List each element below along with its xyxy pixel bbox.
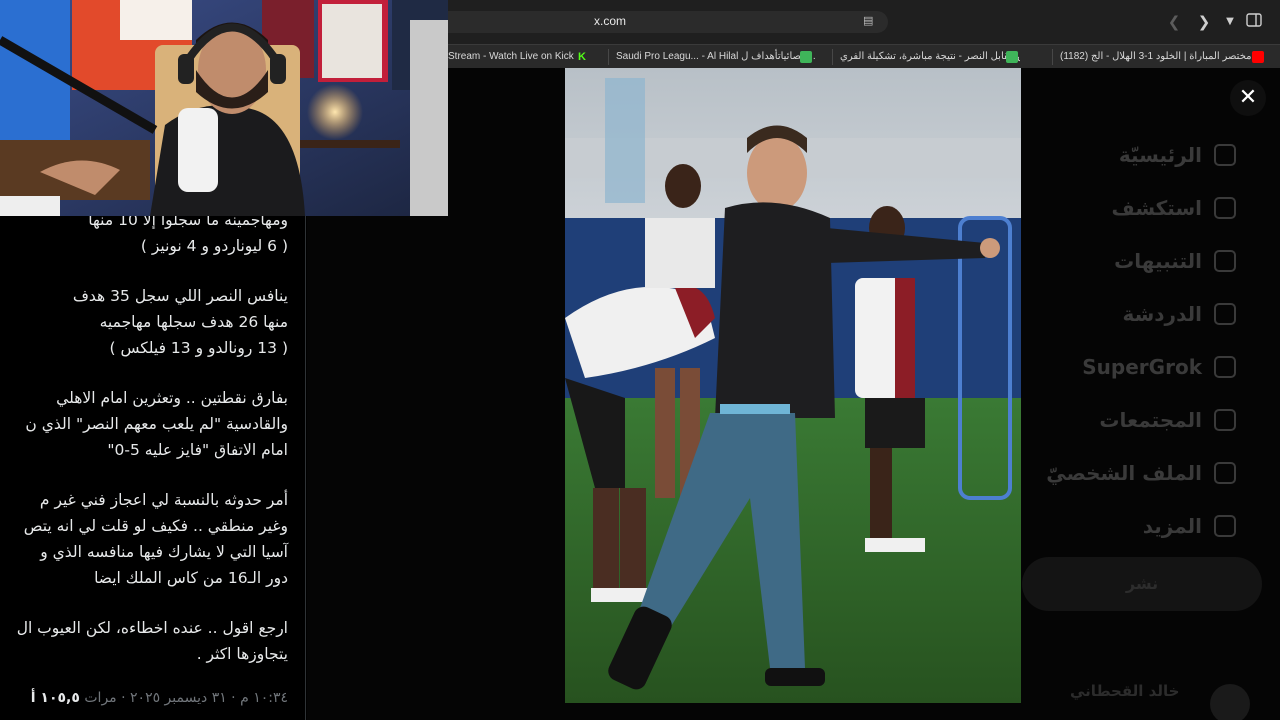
- sidebar-item-7[interactable]: المزيد: [1143, 511, 1236, 541]
- tweet-line: بفارق نقطتين .. وتعثرين امام الاهلي: [56, 389, 288, 407]
- home-icon: [1214, 144, 1236, 166]
- kick-icon: K: [578, 51, 586, 63]
- tab-kick[interactable]: Stream - Watch Live on Kick K: [448, 45, 608, 69]
- browser-toolbar: x.com ▤ ❮ ❯ ▼: [448, 0, 1280, 44]
- avatar[interactable]: [1210, 684, 1250, 720]
- bell-icon: [1214, 250, 1236, 272]
- sidebar-item-6[interactable]: الملف الشخصيّ: [1046, 458, 1236, 488]
- profile-icon: [1214, 462, 1236, 484]
- post-photo[interactable]: [565, 68, 1021, 703]
- fotmob-icon: [800, 51, 812, 63]
- sidebar-item-5[interactable]: المجتمعات: [1099, 405, 1236, 435]
- more-icon: [1214, 515, 1236, 537]
- sidebar-item-1[interactable]: استكشف: [1111, 193, 1236, 223]
- tweet-line: أمر حدوثه بالنسبة لي اعجاز فني غير م: [39, 491, 288, 509]
- sidebar-item-label: المجتمعات: [1099, 408, 1202, 432]
- sidebar-item-label: المزيد: [1142, 514, 1202, 538]
- close-icon[interactable]: ✕: [1230, 80, 1266, 116]
- tweet-line: ( 13 رونالدو و 13 فيلكس ): [109, 339, 288, 357]
- youtube-icon: [1252, 51, 1264, 63]
- reader-icon[interactable]: ▤: [863, 15, 875, 27]
- sidebar-item-4[interactable]: SuperGrok: [1082, 352, 1236, 382]
- tab-bar: Stream - Watch Live on Kick K Saudi Pro …: [448, 44, 1280, 68]
- views-count: ١٠٥,٥ أ: [30, 690, 80, 706]
- tweet-line: يتجاوزها اكثر .: [196, 645, 288, 663]
- tweet-line: ( 6 ليوناردو و 4 نونيز ): [140, 237, 288, 255]
- tab-youtube-highlights[interactable]: (1182) مختصر المباراة | الخلود 1-3 الهلا…: [1060, 45, 1280, 69]
- tweet-meta: ١٠:٣٤ م · ٣١ ديسمبر ٢٠٢٥ · مرات ١٠٥,٥ أ: [31, 690, 288, 706]
- views-label: مرات: [84, 690, 117, 706]
- sidebar-item-0[interactable]: الرئيسيّة: [1119, 140, 1236, 170]
- tweet-line: والقادسية "لم يلعب معهم النصر" الذي ن: [25, 415, 288, 433]
- sidebar-item-label: التنبيهات: [1114, 249, 1202, 273]
- webcam-overlay: [0, 0, 448, 216]
- sidebar-item-label: الرئيسيّة: [1118, 143, 1202, 167]
- tweet-line: ينافس النصر اللي سجل 35 هدف: [72, 287, 288, 305]
- address-bar[interactable]: x.com ▤: [448, 11, 888, 33]
- url-text[interactable]: x.com: [594, 14, 626, 28]
- tweet-line: دور الـ16 من كاس الملك ايضا: [94, 569, 288, 587]
- post-button[interactable]: نشر: [1022, 557, 1262, 611]
- fotmob-icon: [1006, 51, 1018, 63]
- tweet-line: امام الاتفاق "فايز عليه 5-0": [107, 441, 288, 459]
- tab-ettifaq-nassr[interactable]: الاتفاق مقابل النصر - نتيجة مباشرة، تشكي…: [840, 45, 1020, 69]
- profile-name[interactable]: خالد القحطاني: [1070, 682, 1179, 700]
- tweet-timestamp[interactable]: ١٠:٣٤ م · ٣١ ديسمبر ٢٠٢٥ ·: [121, 690, 288, 706]
- tab-saudi-pro-league[interactable]: Saudi Pro Leagu... - Al Hilal إحصائياتأه…: [616, 45, 816, 69]
- tweet-line: وغير منطقي .. فكيف لو قلت لي انه يتص: [23, 517, 288, 535]
- sidebar-item-label: الملف الشخصيّ: [1046, 461, 1202, 485]
- sidebar-item-3[interactable]: الدردشة: [1122, 299, 1236, 329]
- grok-icon: [1214, 356, 1236, 378]
- chevron-down-icon[interactable]: ▼: [1220, 12, 1240, 32]
- sidebar-item-label: SuperGrok: [1082, 355, 1202, 379]
- tweet-line: آسيا التي لا يشارك فيها منافسه الذي و: [40, 543, 288, 561]
- communities-icon: [1214, 409, 1236, 431]
- tweet-text: ومهاجمينه ما سجلوا إلا 10 منها ( 6 ليونا…: [0, 207, 288, 691]
- back-icon[interactable]: ❮: [1164, 12, 1184, 32]
- search-icon: [1214, 197, 1236, 219]
- tweet-line: ارجع اقول .. عنده اخطاءه، لكن العيوب ال: [16, 619, 288, 637]
- mail-icon: [1214, 303, 1236, 325]
- sidebar-item-label: الدردشة: [1122, 302, 1203, 326]
- tweet-line: منها 26 هدف سجلها مهاجميه: [99, 313, 288, 331]
- sidebar-item-2[interactable]: التنبيهات: [1114, 246, 1236, 276]
- forward-icon[interactable]: ❯: [1194, 12, 1214, 32]
- sidebar-item-label: استكشف: [1111, 196, 1203, 220]
- sidebar-toggle-icon[interactable]: [1244, 12, 1264, 32]
